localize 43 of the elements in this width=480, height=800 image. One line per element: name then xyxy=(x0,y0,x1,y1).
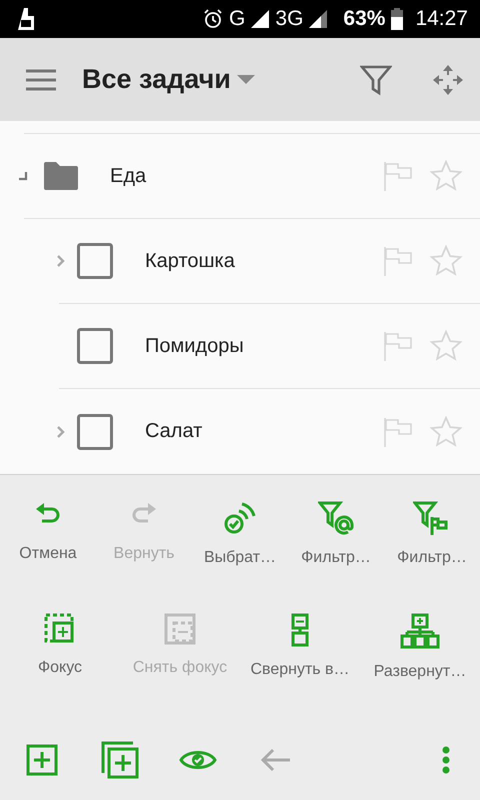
task-name: Картошка xyxy=(145,250,236,273)
action-button[interactable]: Развернут… xyxy=(360,601,480,716)
action-button[interactable]: Фокус xyxy=(0,601,120,716)
chevron-icon[interactable] xyxy=(55,424,67,439)
chevron-icon[interactable] xyxy=(55,254,67,268)
broom-icon xyxy=(16,8,36,30)
focus-remove-icon xyxy=(164,613,196,646)
network-label: 3G xyxy=(275,6,304,31)
move-arrows-icon xyxy=(432,64,464,96)
checkbox[interactable] xyxy=(77,243,113,280)
signal-icon xyxy=(251,10,270,28)
folder-icon xyxy=(42,161,80,192)
filter-icon xyxy=(360,64,392,96)
collapse-tree-icon xyxy=(291,613,309,648)
battery-icon xyxy=(391,8,404,30)
menu-button[interactable] xyxy=(26,68,56,91)
screen-title[interactable]: Все задачи xyxy=(82,64,231,96)
folder-name: Еда xyxy=(110,164,148,188)
dropdown-caret-icon[interactable] xyxy=(236,74,255,85)
expand-tree-icon xyxy=(400,613,440,650)
task-name: Салат xyxy=(145,420,204,444)
action-button[interactable]: Фильтр… xyxy=(384,489,480,596)
menu-icon xyxy=(26,68,56,91)
add-icon[interactable] xyxy=(26,744,58,776)
focus-add-icon xyxy=(44,613,76,646)
expanded-corner-icon[interactable] xyxy=(18,171,28,182)
battery-percent: 63% xyxy=(343,6,386,31)
checkbox[interactable] xyxy=(77,414,113,450)
action-button[interactable]: Фильтр… xyxy=(288,489,384,596)
filter-at-icon xyxy=(318,501,354,536)
signal-icon xyxy=(309,10,328,28)
move-button[interactable] xyxy=(432,64,464,96)
filter-button[interactable] xyxy=(360,64,392,96)
clock: 14:27 xyxy=(415,6,468,31)
network-label: G xyxy=(229,6,246,31)
action-button[interactable]: Свернуть в… xyxy=(240,601,360,716)
action-button[interactable]: Выбрат… xyxy=(192,489,288,596)
check-waves-icon xyxy=(223,501,257,536)
task-name: Помидоры xyxy=(145,334,245,358)
checkbox[interactable] xyxy=(77,328,113,364)
alarm-icon xyxy=(203,8,224,29)
more-icon[interactable] xyxy=(442,746,450,774)
action-button[interactable]: Отмена xyxy=(0,489,96,596)
